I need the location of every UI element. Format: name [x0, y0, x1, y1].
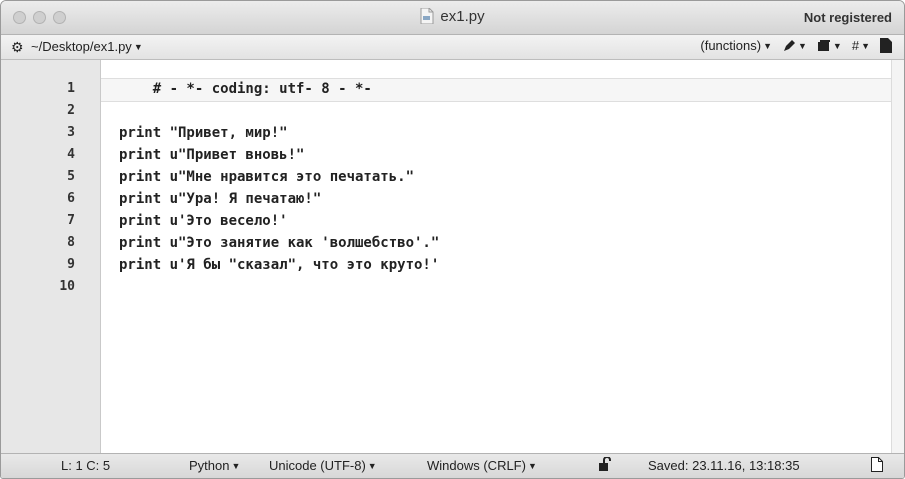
hash-label: # [851, 38, 860, 53]
gear-icon[interactable]: ⚙ [11, 39, 24, 56]
line-number: 9 [67, 257, 75, 272]
file-path-label: ~/Desktop/ex1.py [31, 39, 132, 54]
code-line[interactable]: print "Привет, мир!" [119, 122, 288, 144]
window-title: ex1.py [440, 8, 485, 25]
functions-menu[interactable]: (functions) ▼ [700, 38, 772, 53]
chevron-down-icon: ▼ [231, 461, 241, 471]
line-number: 8 [67, 235, 75, 250]
line-number: 5 [67, 169, 75, 184]
encoding-label: Unicode (UTF-8) [269, 458, 366, 473]
stack-icon [817, 39, 830, 51]
clippings-menu[interactable]: ▼ [817, 39, 842, 53]
line-number: 2 [67, 103, 75, 118]
navigation-bar: ⚙ ~/Desktop/ex1.py ▼ (functions) ▼ ▼ ▼ # ▼ [1, 35, 904, 60]
language-label: Python [189, 458, 230, 473]
chevron-down-icon: ▼ [133, 42, 143, 52]
unlock-icon[interactable] [599, 456, 611, 474]
chevron-down-icon: ▼ [832, 40, 842, 51]
vertical-scrollbar[interactable] [891, 60, 904, 454]
markers-menu[interactable]: ▼ [782, 39, 807, 53]
functions-label: (functions) [700, 38, 762, 53]
code-line[interactable]: # - *- coding: utf- 8 - *- [119, 78, 372, 100]
chevron-down-icon: ▼ [763, 41, 772, 51]
line-endings-menu[interactable]: Windows (CRLF) ▼ [427, 458, 537, 473]
code-line[interactable]: print u'Я бы "сказал", что это круто!' [119, 254, 439, 276]
pen-icon [784, 39, 795, 51]
encoding-menu[interactable]: Unicode (UTF-8) ▼ [269, 458, 377, 473]
code-line[interactable]: print u"Мне нравится это печатать." [119, 166, 414, 188]
document-info-button[interactable] [880, 38, 892, 53]
chevron-down-icon: ▼ [367, 461, 377, 471]
line-number: 6 [67, 191, 75, 206]
line-number: 3 [67, 125, 75, 140]
line-number: 4 [67, 147, 75, 162]
line-number-gutter: 1 2 3 4 5 6 7 8 9 10 [1, 60, 101, 454]
line-number: 7 [67, 213, 75, 228]
hash-menu[interactable]: # ▼ [852, 38, 870, 53]
chevron-down-icon: ▼ [527, 461, 537, 471]
code-line[interactable]: print u"Это занятие как 'волшебство'." [119, 232, 439, 254]
code-line[interactable]: print u"Привет вновь!" [119, 144, 304, 166]
code-text-area[interactable]: # - *- coding: utf- 8 - *- print "Привет… [101, 60, 892, 454]
saved-status: Saved: 23.11.16, 13:18:35 [648, 458, 800, 473]
status-bar: L: 1 C: 5 Python ▼ Unicode (UTF-8) ▼ Windo… [1, 453, 904, 478]
window-title-wrap: ex1.py [1, 7, 904, 25]
chevron-down-icon: ▼ [861, 41, 870, 51]
python-file-icon [420, 7, 434, 25]
line-number: 10 [59, 279, 75, 294]
document-icon [880, 38, 892, 53]
registration-status[interactable]: Not registered [804, 10, 892, 25]
line-endings-label: Windows (CRLF) [427, 458, 526, 473]
line-number: 1 [67, 81, 75, 96]
code-line[interactable]: print u'Это весело!' [119, 210, 288, 232]
file-path-menu[interactable]: ~/Desktop/ex1.py ▼ [31, 39, 143, 54]
editor-window: ex1.py Not registered ⚙ ~/Desktop/ex1.py… [0, 0, 905, 479]
language-menu[interactable]: Python ▼ [189, 458, 240, 473]
toolbar-right-group: (functions) ▼ ▼ ▼ # ▼ [700, 38, 892, 53]
code-line[interactable]: print u"Ура! Я печатаю!" [119, 188, 321, 210]
cursor-position[interactable]: L: 1 C: 5 [61, 458, 110, 473]
title-bar: ex1.py Not registered [1, 1, 904, 35]
document-icon[interactable] [871, 457, 883, 475]
chevron-down-icon: ▼ [798, 40, 807, 51]
editor-pane: 1 2 3 4 5 6 7 8 9 10 # - *- coding: utf-… [1, 60, 904, 454]
